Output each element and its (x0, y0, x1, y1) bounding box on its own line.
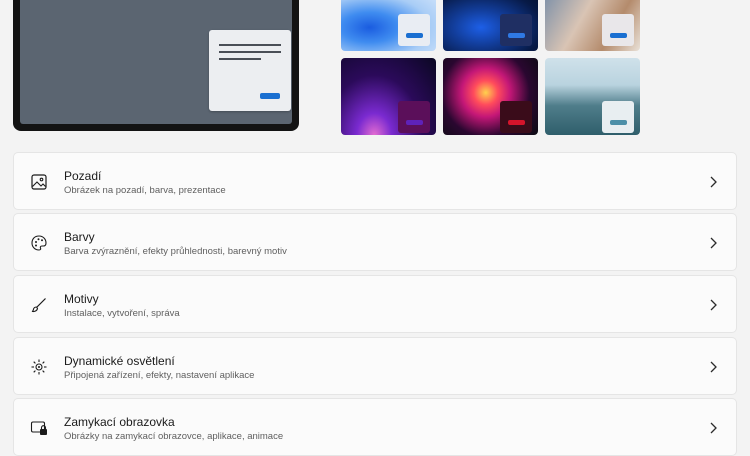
chevron-right-icon (710, 237, 717, 249)
card-title: Dynamické osvětlení (64, 354, 175, 368)
theme-thumbnail-flow[interactable] (443, 58, 538, 135)
card-title: Motivy (64, 292, 99, 306)
lighting-icon (31, 359, 47, 375)
settings-card-background[interactable]: Pozadí Obrázek na pozadí, barva, prezent… (13, 152, 737, 210)
chevron-right-icon (710, 176, 717, 188)
settings-card-colors[interactable]: Barvy Barva zvýraznění, efekty průhledno… (13, 213, 737, 271)
lock-screen-icon (30, 421, 47, 435)
preview-line (219, 44, 281, 46)
preview-desktop (20, 0, 292, 124)
preview-line (219, 58, 261, 60)
palette-icon (31, 235, 47, 251)
card-subtitle: Obrázky na zamykací obrazovce, aplikace,… (64, 431, 284, 442)
chevron-right-icon (710, 422, 717, 434)
card-subtitle: Připojená zařízení, efekty, nastavení ap… (64, 370, 255, 381)
preview-window (209, 30, 291, 111)
preview-accent-button (260, 93, 280, 99)
theme-thumbnail-windows-light-bloom[interactable] (341, 0, 436, 51)
settings-card-dynamic-lighting[interactable]: Dynamické osvětlení Připojená zařízení, … (13, 337, 737, 395)
brush-icon (31, 298, 46, 313)
theme-thumbnail-sunrise-lake[interactable] (545, 58, 640, 135)
theme-thumbnail-windows-dark-bloom[interactable] (443, 0, 538, 51)
chevron-right-icon (710, 299, 717, 311)
card-title: Zamykací obrazovka (64, 415, 175, 429)
theme-preview (13, 0, 299, 131)
settings-card-themes[interactable]: Motivy Instalace, vytvoření, správa (13, 275, 737, 333)
card-subtitle: Obrázek na pozadí, barva, prezentace (64, 185, 226, 196)
chevron-right-icon (710, 361, 717, 373)
card-title: Pozadí (64, 169, 102, 183)
theme-thumbnail-captured-motion[interactable] (341, 58, 436, 135)
theme-thumbnail-glow-flowers[interactable] (545, 0, 640, 51)
card-title: Barvy (64, 230, 95, 244)
card-subtitle: Barva zvýraznění, efekty průhlednosti, b… (64, 246, 287, 257)
preview-line (219, 51, 281, 53)
image-icon (31, 174, 47, 190)
settings-card-lock-screen[interactable]: Zamykací obrazovka Obrázky na zamykací o… (13, 398, 737, 456)
card-subtitle: Instalace, vytvoření, správa (64, 308, 180, 319)
theme-gallery (341, 0, 641, 135)
